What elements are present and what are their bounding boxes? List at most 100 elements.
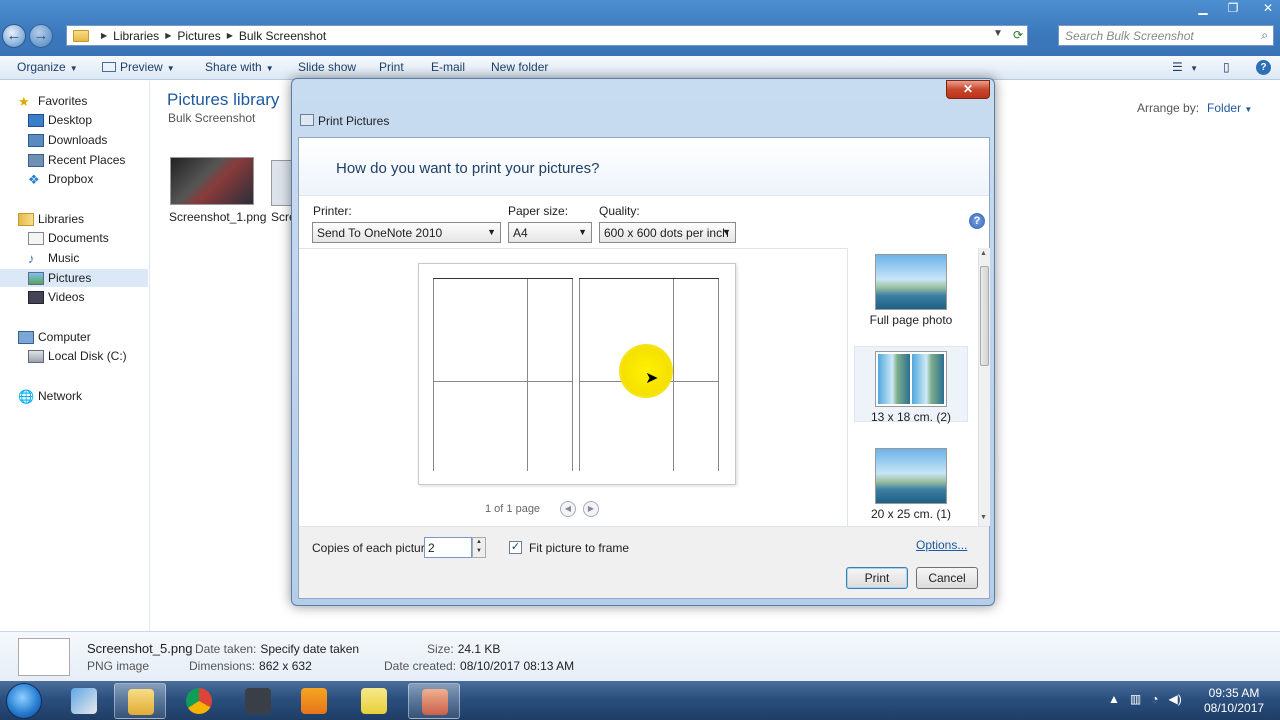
slide-show-button[interactable]: Slide show [298, 60, 356, 74]
chevron-down-icon: ▼ [1244, 105, 1253, 114]
arrange-by-value[interactable]: Folder [1207, 101, 1241, 115]
view-options-icon[interactable]: ☰ ▼ [1172, 60, 1198, 74]
start-button[interactable] [6, 683, 42, 719]
folder-icon [73, 29, 89, 42]
layout-photo [878, 354, 910, 404]
previous-page-button[interactable]: ◀ [560, 501, 576, 517]
sidebar-item-recent-places[interactable]: Recent Places [28, 151, 176, 169]
next-page-button[interactable]: ▶ [583, 501, 599, 517]
media-player-icon [301, 688, 327, 714]
star-icon: ★ [18, 93, 30, 109]
network-status-icon[interactable]: ▥ [1130, 692, 1141, 706]
file-thumbnail[interactable] [170, 157, 254, 205]
address-dropdown-icon[interactable]: ▼ [993, 28, 1003, 42]
details-value[interactable]: Specify date taken [260, 642, 359, 656]
forward-button[interactable]: → [29, 24, 53, 48]
taskbar-app-media[interactable] [288, 683, 340, 719]
layout-option-20x25[interactable]: 20 x 25 cm. (1) [854, 444, 968, 521]
taskbar-app-nox[interactable] [232, 683, 284, 719]
volume-icon[interactable]: ◀) [1168, 692, 1181, 706]
details-value: 08/10/2017 08:13 AM [460, 659, 575, 673]
layout-scrollbar[interactable]: ▲ ▼ [978, 248, 990, 526]
paper-size-select[interactable]: A4 ▼ [508, 222, 592, 243]
minimize-icon[interactable]: ▁ [1188, 0, 1218, 18]
sidebar-item-documents[interactable]: Documents [28, 229, 176, 247]
fit-to-frame-checkbox[interactable]: ✓ [509, 541, 522, 554]
sidebar-item-local-disk[interactable]: Local Disk (C:) [28, 347, 176, 365]
address-bar[interactable]: ▶ Libraries ▶ Pictures ▶ Bulk Screenshot… [66, 25, 1028, 46]
help-icon[interactable]: ? [969, 213, 985, 229]
sidebar-item-desktop[interactable]: Desktop [28, 111, 176, 129]
preview-pane-icon[interactable]: ▯ [1223, 60, 1230, 74]
chrome-icon [186, 688, 212, 714]
back-button[interactable]: ← [2, 24, 26, 48]
taskbar-app-notes[interactable] [348, 683, 400, 719]
breadcrumb-pictures[interactable]: Pictures [177, 29, 220, 43]
recent-places-icon [28, 153, 44, 167]
breadcrumb-bulk-screenshot[interactable]: Bulk Screenshot [239, 29, 326, 43]
nox-icon [245, 688, 271, 714]
system-clock[interactable]: 09:35 AM 08/10/2017 [1204, 686, 1264, 716]
organize-button[interactable]: Organize ▼ [17, 60, 78, 74]
sidebar-item-libraries[interactable]: Libraries [18, 210, 166, 228]
refresh-icon[interactable]: ⟳ [1013, 28, 1023, 42]
sidebar-item-music[interactable]: ♪ Music [28, 249, 176, 267]
dialog-close-button[interactable]: ✕ [946, 80, 990, 99]
preview-form-left [433, 278, 573, 471]
sidebar-label: Local Disk (C:) [48, 349, 127, 363]
new-folder-button[interactable]: New folder [491, 60, 548, 74]
sidebar-item-network[interactable]: 🌐 Network [18, 387, 166, 405]
email-button[interactable]: E-mail [431, 60, 465, 74]
arrange-by[interactable]: Arrange by: Folder ▼ [1137, 101, 1252, 115]
desktop-icon [28, 113, 44, 127]
options-link[interactable]: Options... [916, 538, 967, 552]
chevron-down-icon: ▼ [69, 64, 78, 73]
sidebar-item-dropbox[interactable]: ❖ Dropbox [28, 170, 176, 188]
copies-stepper[interactable]: ▲ ▼ [472, 537, 486, 558]
breadcrumb-libraries[interactable]: Libraries [113, 29, 159, 43]
sidebar-item-favorites[interactable]: ★ Favorites [18, 92, 166, 110]
quality-value: 600 x 600 dots per inch [604, 226, 729, 240]
scrollbar-thumb[interactable] [980, 266, 989, 366]
print-button[interactable]: Print [846, 567, 908, 589]
printer-icon [300, 114, 314, 126]
file-thumbnail[interactable] [271, 160, 293, 206]
print-toolbar-button[interactable]: Print [379, 60, 404, 74]
copies-label: Copies of each picture: [312, 541, 435, 555]
wifi-icon[interactable]: ◔ [1151, 692, 1158, 706]
music-icon: ♪ [28, 250, 35, 266]
sidebar-item-pictures[interactable]: Pictures [0, 269, 148, 287]
sidebar-label: Network [38, 389, 83, 403]
taskbar-app-tools[interactable] [58, 683, 110, 719]
layout-list: Full page photo 13 x 18 cm. (2) 20 x 25 … [847, 248, 990, 526]
organize-label: Organize [17, 60, 66, 74]
layout-option-13x18[interactable]: 13 x 18 cm. (2) [854, 346, 968, 424]
printer-select[interactable]: Send To OneNote 2010 ▼ [312, 222, 501, 243]
sidebar-item-videos[interactable]: Videos [28, 288, 176, 306]
taskbar-app-screenshot[interactable] [408, 683, 460, 719]
paper-size-value: A4 [513, 226, 528, 240]
notes-icon [361, 688, 387, 714]
scroll-up-icon[interactable]: ▲ [980, 250, 987, 257]
taskbar-app-explorer[interactable] [114, 683, 166, 719]
search-icon[interactable]: ⌕ [1261, 28, 1268, 43]
file-name[interactable]: Screenshot_1.png [169, 210, 266, 224]
search-input[interactable]: Search Bulk Screenshot ⌕ [1058, 25, 1274, 46]
help-icon[interactable]: ? [1256, 60, 1271, 75]
taskbar-app-chrome[interactable] [173, 683, 225, 719]
layout-option-full-page[interactable]: Full page photo [854, 250, 968, 327]
maximize-icon[interactable]: ❐ [1218, 0, 1248, 18]
show-hidden-icons-icon[interactable]: ▲ [1108, 692, 1120, 706]
cancel-button[interactable]: Cancel [916, 567, 978, 589]
details-pane: Screenshot_5.png PNG image Date taken: Sp… [0, 631, 1280, 681]
copies-input[interactable]: 2 [424, 537, 472, 558]
close-icon[interactable]: ✕ [1248, 0, 1280, 18]
navigation-pane: ★ Favorites Desktop Downloads Recent Plac… [0, 81, 150, 631]
chevron-down-icon: ▼ [265, 64, 274, 73]
preview-button[interactable]: Preview ▼ [102, 60, 175, 74]
sidebar-item-downloads[interactable]: Downloads [28, 131, 176, 149]
scroll-down-icon[interactable]: ▼ [980, 514, 987, 521]
quality-select[interactable]: 600 x 600 dots per inch ▼ [599, 222, 736, 243]
share-with-button[interactable]: Share with ▼ [205, 60, 274, 74]
sidebar-item-computer[interactable]: Computer [18, 328, 166, 346]
